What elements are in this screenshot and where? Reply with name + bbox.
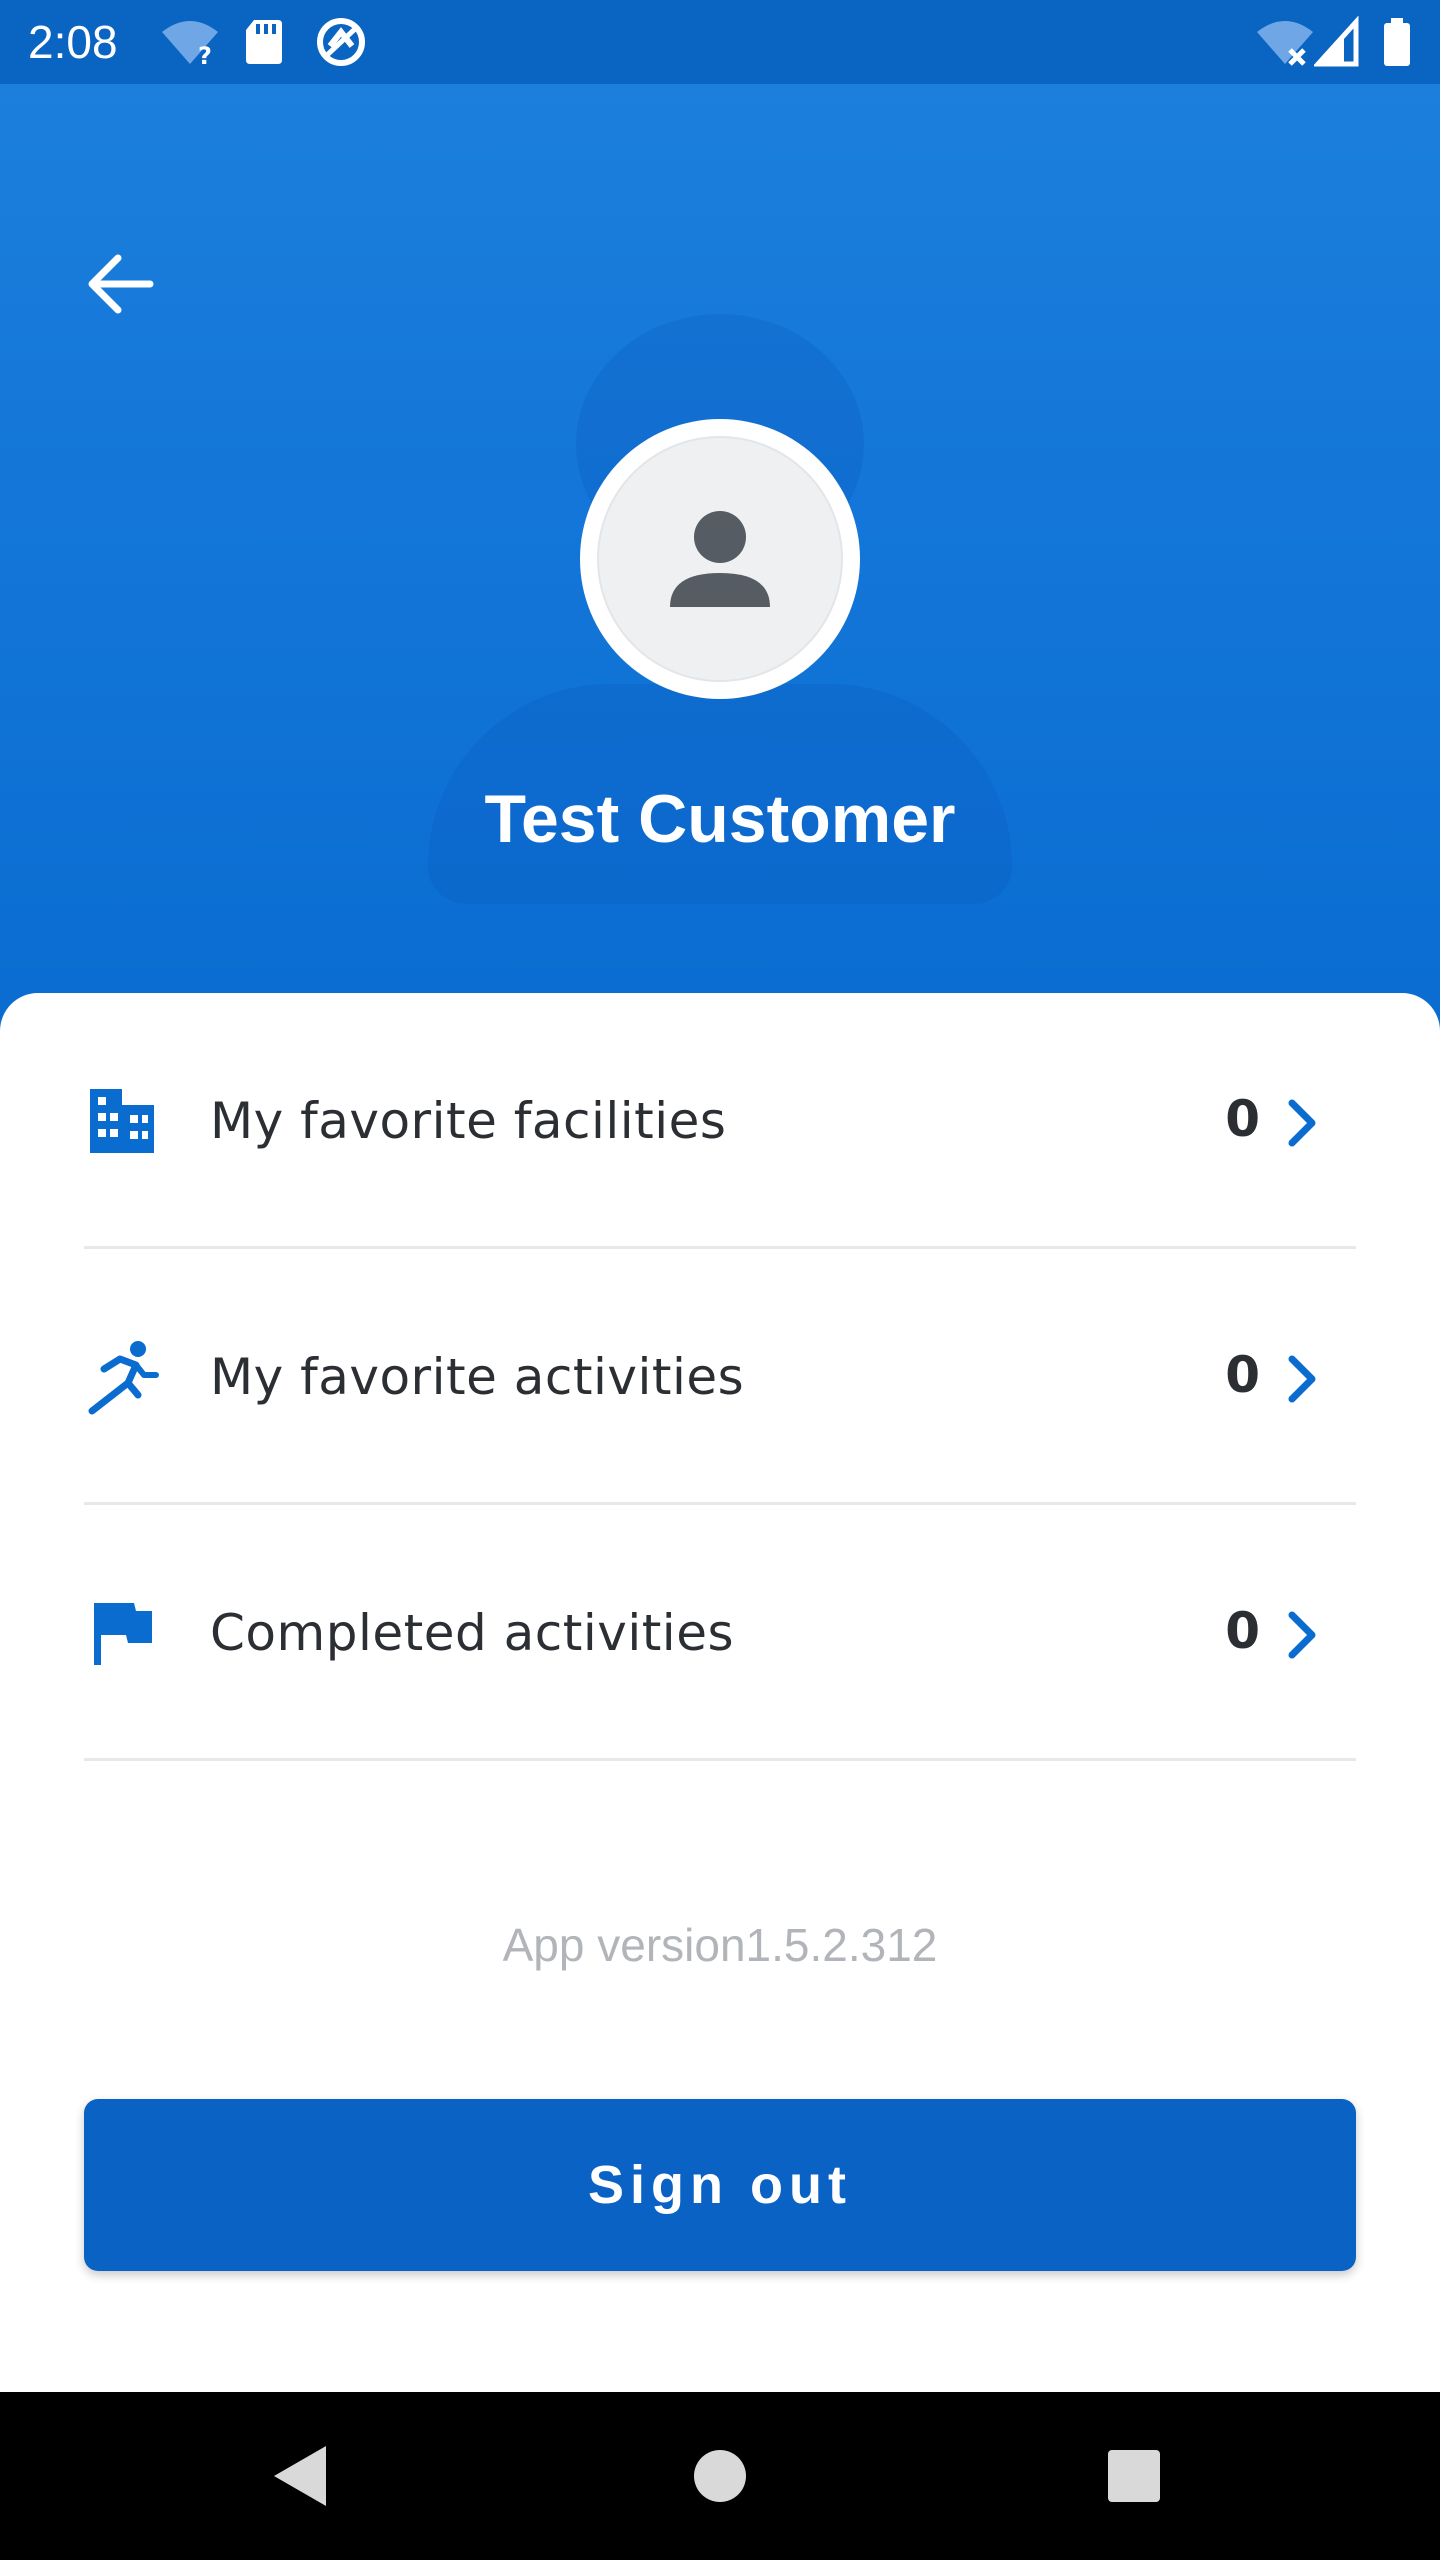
menu-row-label: My favorite activities — [210, 1348, 745, 1406]
menu-row-favorite-activities[interactable]: My favorite activities 0 — [84, 1249, 1356, 1505]
sign-out-button[interactable]: Sign out — [84, 2099, 1356, 2271]
back-triangle-icon[interactable] — [260, 2436, 340, 2516]
menu-row-favorite-facilities[interactable]: My favorite facilities 0 — [84, 993, 1356, 1249]
recents-square-icon[interactable] — [1094, 2436, 1174, 2516]
avatar-placeholder — [597, 436, 843, 682]
status-time: 2:08 — [28, 16, 118, 68]
menu-row-count: 0 — [1225, 1602, 1260, 1660]
sync-icon — [317, 18, 365, 66]
status-bar: 2:08 ? — [0, 0, 1440, 84]
menu-row-label: My favorite facilities — [210, 1092, 727, 1150]
menu-row-count: 0 — [1225, 1090, 1260, 1148]
signal-icon — [1314, 16, 1359, 67]
profile-header: Test Customer — [0, 84, 1440, 1040]
home-circle-icon[interactable] — [680, 2436, 760, 2516]
app-version: App version1.5.2.312 — [502, 1919, 938, 1971]
battery-icon — [1384, 18, 1410, 66]
arrow-back-icon[interactable] — [80, 244, 160, 324]
chevron-right-icon — [1288, 1355, 1316, 1403]
avatar[interactable] — [580, 419, 860, 699]
chevron-right-icon — [1288, 1099, 1316, 1147]
navigation-bar — [0, 2392, 1440, 2560]
flag-icon — [94, 1603, 152, 1665]
sd-card-icon — [246, 20, 282, 64]
profile-name: Test Customer — [484, 781, 956, 857]
wifi-unknown-icon: ? — [162, 21, 218, 68]
person-icon — [670, 511, 770, 607]
runner-icon — [88, 1341, 159, 1415]
profile-screen: 2:08 ? Test Customer My favorite facilit… — [0, 0, 1440, 2560]
menu-row-label: Completed activities — [210, 1604, 735, 1662]
chevron-right-icon — [1288, 1611, 1316, 1659]
menu-row-count: 0 — [1225, 1346, 1260, 1404]
building-icon — [90, 1089, 154, 1153]
menu-row-completed-activities[interactable]: Completed activities 0 — [84, 1505, 1356, 1761]
svg-text:?: ? — [198, 42, 212, 68]
wifi-off-icon — [1257, 21, 1313, 66]
